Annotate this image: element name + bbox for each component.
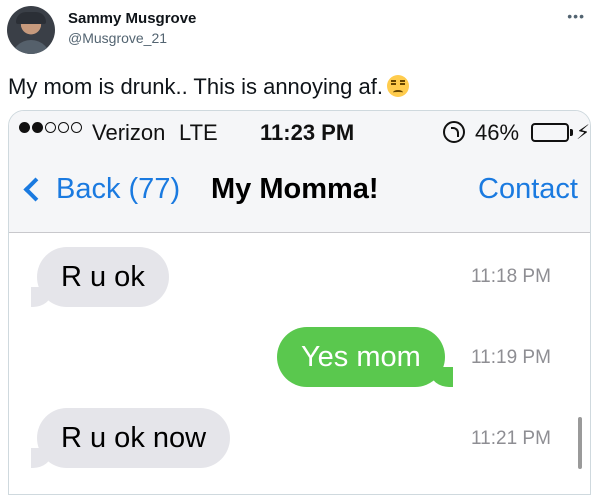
- message-bubble-incoming[interactable]: R u ok now: [30, 408, 231, 468]
- carrier-name: Verizon: [92, 120, 166, 145]
- avatar-cap: [16, 12, 46, 24]
- avatar[interactable]: [7, 6, 55, 54]
- message-time: 11:19 PM: [471, 347, 551, 368]
- signal-dot: [71, 122, 82, 133]
- battery-percent: 46%: [475, 120, 520, 145]
- rotation-lock-icon: [443, 121, 465, 143]
- message-text: R u ok now: [61, 421, 207, 454]
- message-text: Yes mom: [301, 340, 421, 373]
- signal-dot: [58, 122, 69, 133]
- signal-dot: [32, 122, 43, 133]
- signal-strength-icon: [19, 122, 82, 133]
- chevron-left-icon: [23, 177, 48, 202]
- status-bar: Verizon LTE 11:23 PM 46% ⚡: [9, 111, 590, 155]
- conversation-title: My Momma!: [211, 173, 379, 205]
- message-list[interactable]: R u ok 11:18 PM Yes mom 11:19 PM R u ok …: [9, 233, 590, 494]
- message-text: R u ok: [61, 260, 145, 293]
- message-bubble-outgoing[interactable]: Yes mom: [277, 327, 453, 387]
- signal-dot: [45, 122, 56, 133]
- message-bubble-incoming[interactable]: R u ok: [31, 247, 169, 307]
- embedded-screenshot[interactable]: Verizon LTE 11:23 PM 46% ⚡ Back (77) My …: [8, 110, 591, 495]
- battery-icon: [531, 123, 573, 142]
- user-handle[interactable]: @Musgrove_21: [68, 30, 167, 46]
- scrollbar[interactable]: [578, 417, 582, 469]
- status-time: 11:23 PM: [260, 120, 355, 145]
- message-time: 11:21 PM: [471, 428, 551, 449]
- back-button[interactable]: Back (77): [21, 173, 180, 206]
- tweet-text-content: My mom is drunk.. This is annoying af.: [8, 74, 383, 99]
- message-time: 11:18 PM: [471, 266, 551, 287]
- back-button-label: Back (77): [56, 173, 181, 205]
- signal-dot: [19, 122, 30, 133]
- display-name[interactable]: Sammy Musgrove: [68, 10, 196, 27]
- avatar-shirt: [11, 40, 51, 54]
- network-type: LTE: [179, 120, 218, 145]
- contact-button[interactable]: Contact: [478, 173, 578, 206]
- conversation-nav-bar: Back (77) My Momma! Contact: [9, 155, 590, 233]
- tweet-text: My mom is drunk.. This is annoying af.: [8, 74, 409, 100]
- more-options-icon[interactable]: •••: [567, 8, 585, 24]
- tweet-header: Sammy Musgrove @Musgrove_21 •••: [7, 6, 593, 58]
- unamused-face-emoji: [386, 75, 409, 97]
- charging-icon: ⚡: [576, 122, 591, 144]
